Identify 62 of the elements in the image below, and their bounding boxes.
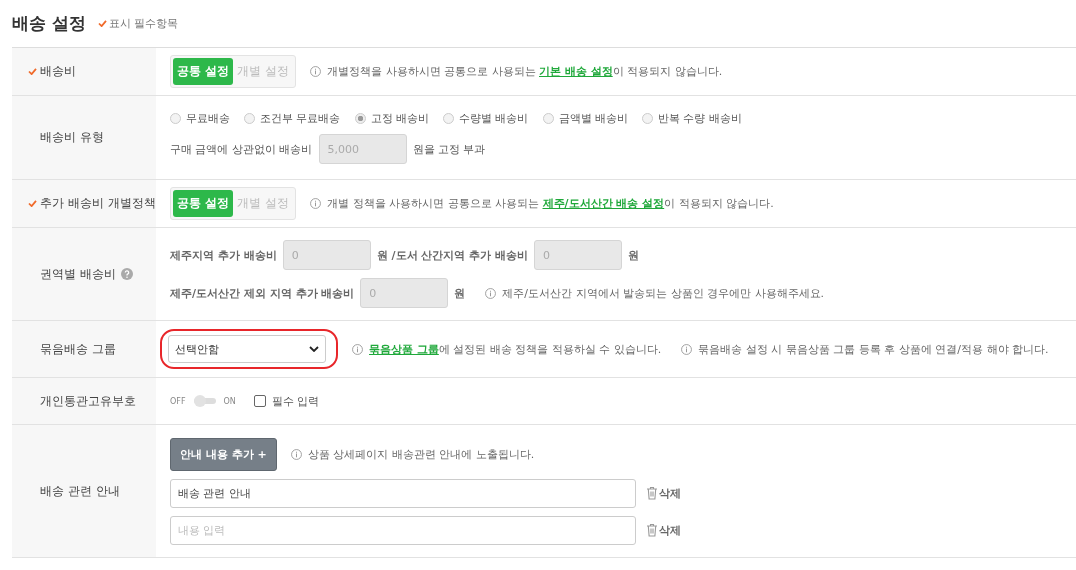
setting-tab[interactable]: 공통 설정 xyxy=(173,190,234,217)
delete-button[interactable]: 삭제 xyxy=(646,522,681,538)
field-label: 구매 금액에 상관없이 배송비 xyxy=(170,141,313,157)
row-label: 배송비 xyxy=(40,63,76,80)
field-label: 원 xyxy=(454,285,466,301)
radio-label: 무료배송 xyxy=(186,111,230,126)
group-dropdown[interactable]: 선택안함 xyxy=(168,335,326,363)
guide-input[interactable]: 배송 관련 안내 xyxy=(170,478,636,508)
guide-input[interactable]: 내용 입력 xyxy=(170,515,636,545)
help-icon xyxy=(120,268,133,280)
delete-button[interactable]: 삭제 xyxy=(646,485,681,501)
check-icon xyxy=(28,200,37,207)
field-label: 원 xyxy=(628,247,639,263)
chevron-down-icon xyxy=(309,346,319,352)
fee-field[interactable]: 0 xyxy=(360,278,449,308)
fee-field[interactable]: 0 xyxy=(282,240,371,270)
on-label: ON xyxy=(223,396,236,406)
radio-label: 금액별 배송비 xyxy=(558,111,628,126)
page-title: 배송 설정 xyxy=(12,12,86,35)
help-text: 개별 정책을 사용하시면 공통으로 사용되는 제주/도서산간 배송 설정이 적용되지 않습니다. xyxy=(327,196,774,211)
add-guide-button[interactable]: 안내 내용 추가 + xyxy=(170,437,277,471)
help-text: 묶음배송 설정 시 묶음상품 그룹 등록 후 상품에 연결/적용 해야 합니다. xyxy=(698,341,1049,357)
trash-icon xyxy=(646,523,658,537)
radio-label: 반복 수량 배송비 xyxy=(658,111,742,126)
radio-label: 고정 배송비 xyxy=(370,111,429,126)
field-label: 제주/도서산간 제외 지역 추가 배송비 xyxy=(170,285,355,301)
fee-field[interactable]: 0 xyxy=(534,240,622,270)
info-icon xyxy=(352,343,363,355)
field-label: 원을 고정 부과 xyxy=(412,141,486,157)
info-icon xyxy=(310,66,321,77)
radio-label: 수량별 배송비 xyxy=(459,111,529,126)
help-text: 제주/도서산간 지역에서 발송되는 상품인 경우에만 사용해주세요. xyxy=(502,285,825,301)
row-label: 권역별 배송비 xyxy=(40,265,116,283)
row-label: 추가 배송비 개별정책 xyxy=(40,195,156,212)
row-label: 묶음배송 그룹 xyxy=(40,340,116,358)
help-text: 상품 상세페이지 배송관련 안내에 노출됩니다. xyxy=(307,446,535,462)
checkbox-label: 필수 입력 xyxy=(271,393,320,409)
checkbox[interactable] xyxy=(253,395,266,407)
off-label: OFF xyxy=(170,396,186,406)
help-text: 개별정책을 사용하시면 공통으로 사용되는 기본 배송 설정이 적용되지 않습니다. xyxy=(327,64,723,79)
row-label: 배송 관련 안내 xyxy=(40,482,120,500)
info-icon xyxy=(310,198,321,209)
setting-tab[interactable]: 개별 설정 xyxy=(233,190,293,217)
radio-label: 조건부 무료배송 xyxy=(260,111,341,126)
info-icon xyxy=(485,287,497,299)
settings-link[interactable]: 제주/도서산간 배송 설정 xyxy=(542,197,665,210)
toggle-switch[interactable] xyxy=(193,398,216,404)
setting-tab[interactable]: 개별 설정 xyxy=(233,58,293,85)
field-label: 원 /도서 산간지역 추가 배송비 xyxy=(376,247,528,263)
required-legend: 표시 필수항목 xyxy=(108,16,179,31)
settings-link[interactable]: 기본 배송 설정 xyxy=(539,65,613,78)
field-label: 제주지역 추가 배송비 xyxy=(170,247,277,263)
help-text: 묶음상품 그룹에 설정된 배송 정책을 적용하실 수 있습니다. xyxy=(369,341,662,357)
setting-tab[interactable]: 공통 설정 xyxy=(173,58,234,85)
group-link[interactable]: 묶음상품 그룹 xyxy=(369,342,439,356)
trash-icon xyxy=(646,486,658,500)
check-icon xyxy=(28,68,37,75)
row-label: 개인통관고유부호 xyxy=(40,392,136,410)
info-icon xyxy=(290,448,302,460)
info-icon xyxy=(681,343,693,355)
row-label: 배송비 유형 xyxy=(40,129,104,146)
check-icon xyxy=(97,20,107,27)
